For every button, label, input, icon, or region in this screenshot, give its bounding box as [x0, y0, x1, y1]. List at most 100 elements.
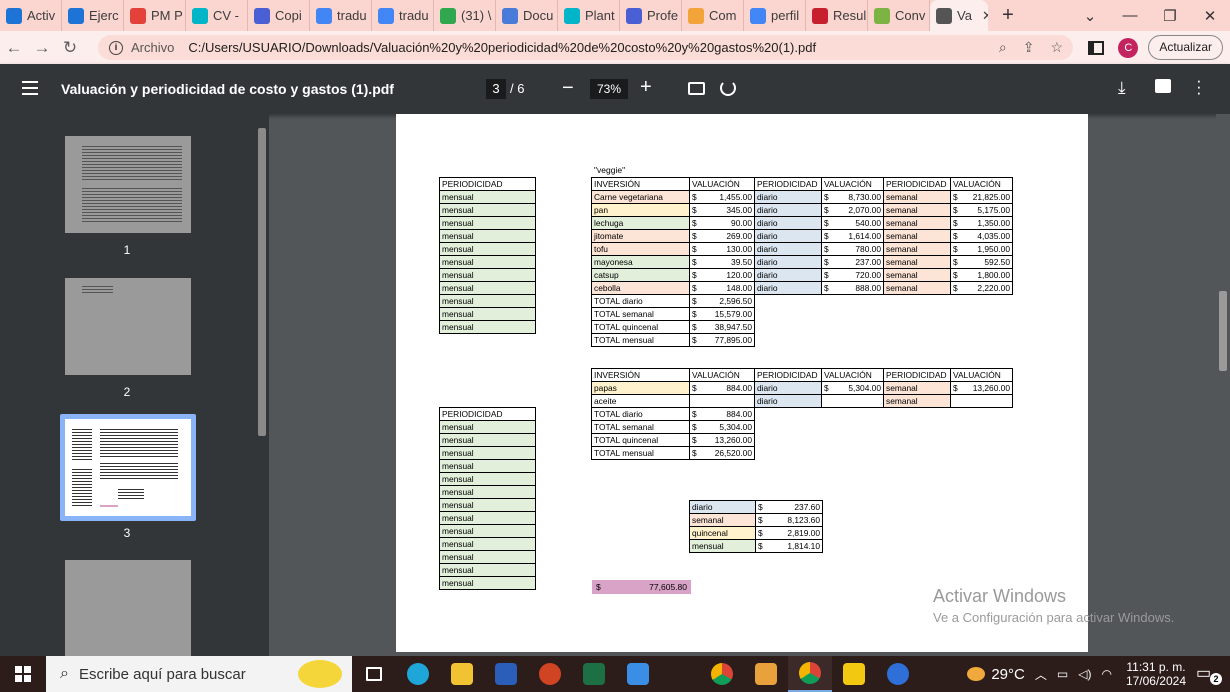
- powerpoint-icon[interactable]: [528, 656, 572, 692]
- currency-cell: $269.00: [689, 229, 755, 243]
- network-icon[interactable]: ▭: [1057, 667, 1068, 681]
- table-row: mensual: [439, 537, 536, 551]
- side-panel-icon[interactable]: [1088, 40, 1105, 55]
- rotate-icon[interactable]: [720, 80, 736, 96]
- empty-cell: [884, 408, 951, 421]
- empty-cell: [755, 434, 822, 447]
- column-header: PERIODICIDAD: [439, 407, 536, 421]
- back-button[interactable]: ←: [0, 38, 28, 58]
- browser-tab[interactable]: Profe: [620, 0, 682, 31]
- browser-tab[interactable]: perfil: [744, 0, 806, 31]
- power-bi-icon[interactable]: [832, 656, 876, 692]
- notification-icon[interactable]: ▭ 2: [1196, 663, 1222, 685]
- browser-tab[interactable]: CV -: [186, 0, 248, 31]
- zoom-input[interactable]: 73%: [590, 79, 628, 99]
- browser-tab[interactable]: Com: [682, 0, 744, 31]
- tray-chevron-icon[interactable]: ︿: [1035, 666, 1047, 683]
- close-window-button[interactable]: ✕: [1190, 7, 1230, 25]
- profile-avatar[interactable]: C: [1118, 37, 1139, 58]
- browser-tab[interactable]: Resul: [806, 0, 868, 31]
- update-button[interactable]: Actualizar: [1148, 35, 1223, 60]
- reload-button[interactable]: ↻: [56, 38, 84, 58]
- fit-page-icon[interactable]: [688, 82, 705, 95]
- column-header: VALUACIÓN: [821, 368, 884, 382]
- taskbar-search[interactable]: ⌕ Escribe aquí para buscar: [46, 656, 352, 692]
- wifi-icon[interactable]: ◠: [1101, 667, 1111, 681]
- currency-value: 148.00: [726, 282, 752, 293]
- page-thumbnail-3-selected[interactable]: [60, 414, 196, 521]
- table-row: semanal $8,123.60: [689, 513, 823, 527]
- store-icon[interactable]: [744, 656, 788, 692]
- browser-tab[interactable]: Copi: [248, 0, 310, 31]
- main-scroll-thumb[interactable]: [1219, 291, 1227, 371]
- thumbnail-label-3: 3: [123, 526, 131, 540]
- column-header: VALUACIÓN: [689, 368, 755, 382]
- periodicity-cell: diario: [754, 229, 822, 243]
- forward-button[interactable]: →: [28, 38, 56, 58]
- share-icon[interactable]: ⇪: [1023, 39, 1035, 56]
- sidebar-scroll-thumb[interactable]: [258, 128, 266, 436]
- minimize-button[interactable]: —: [1110, 7, 1150, 24]
- help-icon[interactable]: [876, 656, 920, 692]
- file-explorer-icon[interactable]: [440, 656, 484, 692]
- zoom-out-button[interactable]: −: [562, 77, 574, 100]
- menu-icon[interactable]: [22, 81, 38, 95]
- bookmark-star-icon[interactable]: ☆: [1050, 39, 1063, 56]
- window-controls: ⌄ — ❐ ✕: [1070, 0, 1230, 31]
- tab-list-button[interactable]: ⌄: [1070, 7, 1110, 25]
- close-tab-icon[interactable]: ✕: [982, 8, 988, 24]
- print-icon[interactable]: [1155, 79, 1171, 93]
- new-tab-button[interactable]: +: [996, 4, 1020, 27]
- browser-tab[interactable]: Ejerc: [62, 0, 124, 31]
- restore-button[interactable]: ❐: [1150, 7, 1190, 25]
- clock[interactable]: 11:31 p. m. 17/06/2024: [1126, 660, 1186, 688]
- page-thumbnail-1[interactable]: [65, 136, 191, 233]
- browser-tab[interactable]: PM P: [124, 0, 186, 31]
- tab-title: Profe: [647, 8, 679, 23]
- paint-icon[interactable]: [616, 656, 660, 692]
- item-cell: Carne vegetariana: [591, 190, 690, 204]
- info-icon[interactable]: i: [109, 40, 123, 55]
- currency-value: 13,260.00: [972, 382, 1010, 393]
- periodicity-cell: semanal: [883, 255, 951, 269]
- download-icon[interactable]: ⤓: [1118, 78, 1126, 98]
- zoom-in-button[interactable]: +: [640, 76, 652, 99]
- browser-tab[interactable]: Va ✕: [930, 0, 988, 31]
- browser-tab[interactable]: Plant: [558, 0, 620, 31]
- periodicity-cell: diario: [754, 242, 822, 256]
- zoom-icon[interactable]: ⌕: [999, 39, 1007, 56]
- page-thumbnail-2[interactable]: [65, 278, 191, 375]
- tab-title: Resul: [833, 8, 867, 23]
- browser-tab[interactable]: tradu: [372, 0, 434, 31]
- more-options-icon[interactable]: · · ·: [1196, 72, 1202, 101]
- table-row: TOTAL mensual $77,895.00: [591, 333, 1013, 347]
- periodicity-cell: mensual: [439, 498, 536, 512]
- task-view-icon[interactable]: [352, 656, 396, 692]
- browser-tab[interactable]: tradu: [310, 0, 372, 31]
- excel-icon[interactable]: [572, 656, 616, 692]
- browser-tab[interactable]: Activ: [0, 0, 62, 31]
- currency-sign: $: [758, 527, 763, 538]
- empty-cell: [884, 308, 951, 321]
- chrome-active-icon[interactable]: [788, 656, 832, 692]
- omnibox[interactable]: i Archivo C:/Users/USUARIO/Downloads/Val…: [98, 35, 1073, 60]
- chrome-icon[interactable]: [700, 656, 744, 692]
- main-scrollbar[interactable]: [1216, 114, 1230, 656]
- tab-favicon-icon: [688, 7, 704, 24]
- word-icon[interactable]: [484, 656, 528, 692]
- volume-icon[interactable]: ◁): [1078, 667, 1091, 681]
- browser-tab[interactable]: (31) \: [434, 0, 496, 31]
- empty-cell: [755, 334, 822, 347]
- periodicity-cell: diario: [754, 190, 822, 204]
- edge-icon[interactable]: [396, 656, 440, 692]
- url-text[interactable]: C:/Users/USUARIO/Downloads/Valuación%20y…: [188, 40, 816, 55]
- page-thumbnail-4[interactable]: [65, 560, 191, 656]
- browser-tab[interactable]: Docu: [496, 0, 558, 31]
- start-button[interactable]: [0, 666, 46, 682]
- table-row: diario $237.60: [689, 500, 823, 514]
- table-row: mensual: [439, 472, 536, 486]
- page-number-input[interactable]: 3: [486, 79, 506, 99]
- weather-widget[interactable]: 29°C: [967, 666, 1025, 683]
- currency-sign: $: [692, 434, 697, 445]
- browser-tab[interactable]: Conv: [868, 0, 930, 31]
